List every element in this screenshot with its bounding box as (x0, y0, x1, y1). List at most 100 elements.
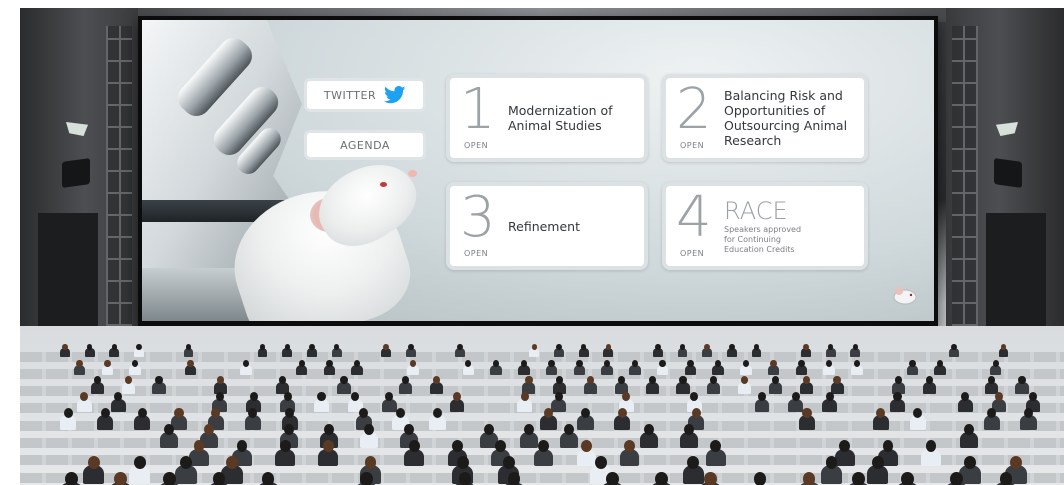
audience-head (525, 376, 533, 385)
audience-head (432, 376, 441, 385)
audience-head (548, 360, 555, 368)
session-status: OPEN (464, 249, 489, 258)
audience-head (360, 472, 373, 485)
audience-head (215, 392, 224, 402)
audience-head (136, 344, 142, 351)
audience-head (833, 376, 841, 385)
audience-head (76, 360, 83, 368)
audience-head (324, 424, 334, 435)
audience-head (364, 424, 374, 435)
session-title-line: Outsourcing Animal (724, 118, 848, 133)
audience-head (617, 408, 627, 418)
audience-head (114, 472, 127, 485)
session-title-line: Refinement (508, 218, 580, 234)
twitter-button[interactable]: TWITTER (304, 78, 426, 112)
audience-head (531, 344, 537, 351)
seat-row (20, 386, 1064, 397)
audience-head (757, 392, 766, 402)
audience-head (65, 472, 78, 485)
right-wall (946, 8, 1064, 368)
race-subtitle-line: Speakers approved (724, 225, 802, 234)
audience-head (852, 344, 859, 351)
audience-head (901, 472, 914, 485)
session-tile-3[interactable]: 3 Refinement OPEN (446, 182, 648, 270)
auditorium: TWITTER AGENDA 1 Modernization of Animal… (20, 8, 1064, 485)
audience-head (278, 376, 286, 385)
session-status: OPEN (680, 141, 705, 150)
audience-head (249, 392, 258, 402)
audience-head (279, 440, 291, 452)
session-number: 2 (676, 77, 712, 142)
speaker-icon (994, 158, 1022, 188)
session-tile-4[interactable]: 4 RACE Speakers approved for Continuing … (662, 182, 868, 270)
audience-head (1018, 376, 1026, 385)
audience-head (100, 408, 110, 418)
audience-head (283, 392, 292, 402)
audience-head (554, 392, 563, 402)
audience-head (659, 360, 666, 368)
audience-head (853, 360, 861, 368)
audience-head (771, 376, 780, 385)
session-tile-2[interactable]: 2 Balancing Risk and Opportunities of Ou… (662, 74, 868, 162)
audience-head (298, 360, 305, 368)
audience-head (951, 344, 957, 351)
audience-head (691, 408, 701, 418)
session-number: 3 (460, 185, 496, 250)
mouse-eye (380, 182, 387, 187)
audience-head (655, 344, 661, 351)
audience-head (451, 440, 463, 452)
audience-head (340, 376, 348, 385)
audience-head (825, 392, 834, 402)
audience-head (624, 440, 636, 452)
audience-seating (20, 326, 1064, 485)
speaker-icon (62, 158, 90, 188)
audience-head (124, 376, 132, 385)
wall-lamp-icon (66, 122, 88, 136)
session-tile-1[interactable]: 1 Modernization of Animal Studies OPEN (446, 74, 648, 162)
audience-head (204, 424, 214, 435)
audience-head (507, 472, 521, 485)
audience-head (1028, 392, 1038, 402)
audience-head (576, 360, 583, 368)
audience-head (791, 392, 800, 402)
wall-panel (952, 26, 978, 326)
audience-head (63, 408, 73, 418)
agenda-button-label: AGENDA (340, 138, 390, 152)
audience-head (163, 472, 177, 485)
session-number: 1 (460, 77, 496, 142)
audience-head (631, 360, 639, 368)
audience-head (520, 392, 529, 402)
audience-head (802, 408, 812, 418)
audience-head (409, 360, 416, 368)
session-title: Refinement (508, 186, 636, 266)
audience-head (284, 424, 294, 435)
audience-head (617, 376, 625, 385)
audience-head (520, 360, 527, 368)
projection-screen: TWITTER AGENDA 1 Modernization of Animal… (142, 20, 934, 321)
audience-head (704, 344, 710, 351)
audience-head (964, 424, 974, 435)
session-title: RACE Speakers approved for Continuing Ed… (724, 186, 856, 266)
audience-head (408, 440, 420, 452)
session-title-line: Research (724, 133, 782, 148)
race-subtitle-line: Education Credits (724, 245, 795, 254)
session-title-line: Opportunities of (724, 103, 826, 118)
audience-head (494, 440, 506, 452)
wall-panel (106, 26, 132, 326)
audience-head (317, 392, 326, 402)
audience-head (309, 344, 315, 351)
agenda-button[interactable]: AGENDA (304, 130, 426, 160)
audience-head (684, 424, 694, 435)
session-title-line: Animal Studies (508, 118, 602, 133)
audience-head (704, 472, 718, 485)
audience-head (364, 456, 377, 469)
audience-head (687, 456, 700, 469)
session-title-line: Balancing Risk and (724, 88, 843, 103)
mouse-nose (408, 170, 417, 177)
audience-head (742, 360, 750, 368)
audience-head (964, 456, 976, 469)
audience-head (798, 360, 805, 368)
audience-head (261, 472, 275, 485)
audience-head (644, 424, 654, 435)
session-title: Modernization of Animal Studies (508, 78, 636, 158)
